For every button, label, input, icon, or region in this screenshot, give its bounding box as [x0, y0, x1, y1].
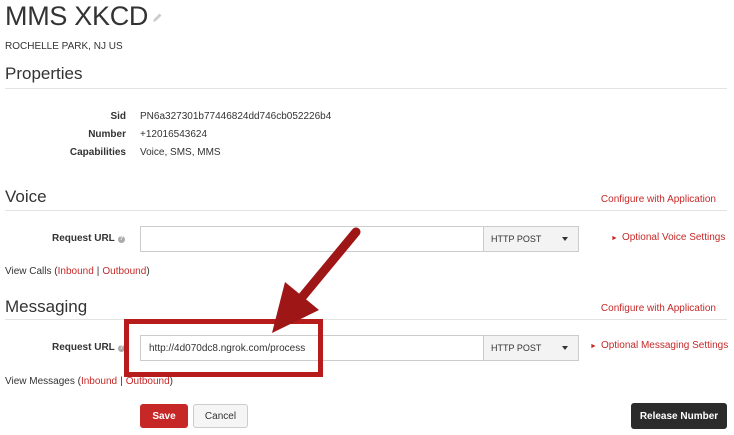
close-paren: ): [146, 266, 150, 277]
view-calls-prefix: View Calls (: [5, 266, 58, 277]
view-messages-prefix: View Messages (: [5, 376, 81, 387]
cancel-button[interactable]: Cancel: [193, 404, 248, 428]
chevron-down-icon: [562, 237, 568, 241]
divider: [5, 210, 727, 211]
voice-request-url-label: Request URL?: [52, 233, 125, 244]
divider: [5, 88, 727, 89]
sid-value: PN6a327301b77446824dd746cb052226b4: [140, 111, 332, 122]
chevron-down-icon: [562, 346, 568, 350]
properties-heading: Properties: [5, 64, 83, 83]
view-calls-inbound-link[interactable]: Inbound: [58, 266, 94, 277]
pencil-icon[interactable]: [151, 12, 163, 24]
view-messages-inbound-link[interactable]: Inbound: [81, 376, 117, 387]
view-messages-line: View Messages (Inbound | Outbound): [5, 376, 173, 387]
voice-heading: Voice: [5, 187, 47, 206]
view-calls-line: View Calls (Inbound | Outbound): [5, 266, 150, 277]
messaging-configure-link[interactable]: Configure with Application: [560, 303, 716, 314]
separator: |: [96, 266, 100, 277]
voice-method-value: HTTP POST: [491, 234, 542, 244]
page-title: MMS XKCD: [5, 1, 149, 31]
voice-request-url-text: Request URL: [52, 233, 115, 244]
view-messages-outbound-link[interactable]: Outbound: [126, 376, 170, 387]
sid-label: Sid: [110, 111, 126, 122]
optional-voice-settings-text: Optional Voice Settings: [621, 232, 726, 243]
optional-messaging-settings-link[interactable]: ► Optional Messaging Settings: [590, 340, 728, 351]
messaging-method-value: HTTP POST: [491, 343, 542, 353]
number-label: Number: [88, 129, 126, 140]
messaging-request-url-text: Request URL: [52, 342, 115, 353]
annotation-arrow-icon: [272, 227, 361, 333]
optional-voice-settings-link[interactable]: ► Optional Voice Settings: [611, 232, 725, 243]
triangle-right-icon: ►: [590, 343, 597, 350]
triangle-right-icon: ►: [611, 235, 618, 242]
separator: |: [120, 376, 123, 387]
voice-method-select[interactable]: HTTP POST: [484, 226, 579, 252]
optional-messaging-settings-text: Optional Messaging Settings: [600, 340, 729, 351]
capabilities-value: Voice, SMS, MMS: [140, 147, 221, 158]
help-icon[interactable]: ?: [117, 236, 125, 243]
messaging-heading: Messaging: [5, 297, 88, 316]
save-button[interactable]: Save: [140, 404, 188, 428]
view-calls-outbound-link[interactable]: Outbound: [102, 266, 146, 277]
messaging-request-url-label: Request URL?: [52, 342, 125, 353]
highlight-box: [124, 319, 323, 377]
close-paren: ): [169, 376, 174, 387]
voice-request-url-input[interactable]: [140, 226, 484, 252]
messaging-method-select[interactable]: HTTP POST: [484, 335, 579, 361]
location-text: ROCHELLE PARK, NJ US: [5, 41, 123, 52]
capabilities-label: Capabilities: [69, 147, 126, 158]
release-number-button[interactable]: Release Number: [631, 403, 727, 429]
number-value: +12016543624: [140, 129, 208, 140]
voice-configure-link[interactable]: Configure with Application: [560, 194, 716, 205]
divider: [5, 319, 727, 320]
